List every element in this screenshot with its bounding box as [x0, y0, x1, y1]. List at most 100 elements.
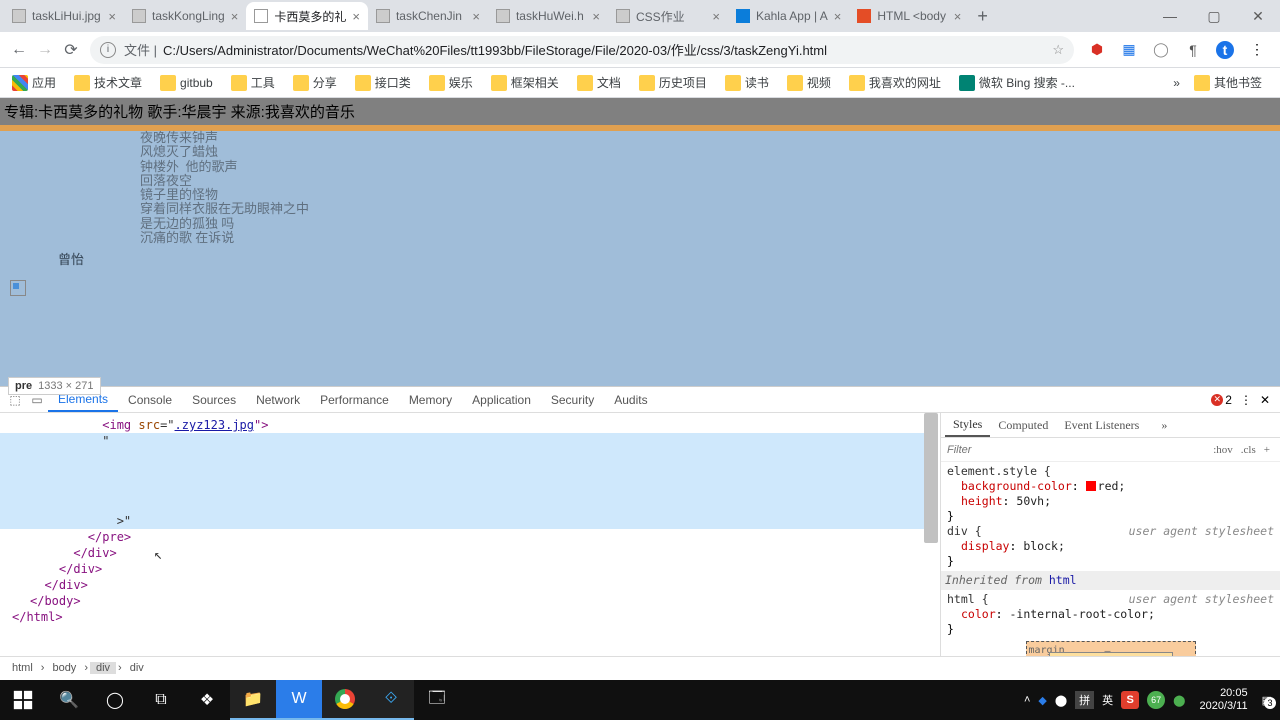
bookmark-folder[interactable]: 工具 [225, 74, 281, 91]
more-tabs-icon[interactable]: » [1153, 413, 1175, 437]
bookmark-folder[interactable]: gitbub [154, 75, 219, 91]
devtools-tab-security[interactable]: Security [541, 387, 604, 412]
ime-lang[interactable]: 英 [1102, 692, 1113, 708]
box-model[interactable]: margin – [1026, 641, 1196, 656]
bookmark-folder[interactable]: 娱乐 [423, 74, 479, 91]
devtools-tab-performance[interactable]: Performance [310, 387, 399, 412]
devtools-tab-sources[interactable]: Sources [182, 387, 246, 412]
listeners-tab[interactable]: Event Listeners [1056, 413, 1147, 437]
hov-toggle[interactable]: :hov [1209, 444, 1237, 456]
ime-indicator[interactable]: 拼 [1075, 691, 1094, 709]
browser-tab[interactable]: taskHuWei.h× [488, 2, 608, 30]
devtools-tab-console[interactable]: Console [118, 387, 182, 412]
browser-tab[interactable]: HTML <body× [849, 2, 969, 30]
bookmark-folder[interactable]: 分享 [287, 74, 343, 91]
bookmark-folder[interactable]: 技术文章 [68, 74, 148, 91]
crumb-selected[interactable]: div [90, 662, 116, 674]
maximize-button[interactable]: ▢ [1192, 8, 1236, 25]
dom-tree[interactable]: <img src=".zyz123.jpg"> " >" </pre> </di… [0, 413, 940, 656]
crumb[interactable]: div [124, 662, 150, 674]
close-icon[interactable]: × [108, 9, 116, 24]
computed-tab[interactable]: Computed [990, 413, 1056, 437]
close-icon[interactable]: × [231, 9, 239, 24]
close-icon[interactable]: × [954, 9, 962, 24]
reload-button[interactable]: ⟳ [58, 40, 84, 60]
bookmark-apps[interactable]: 应用 [6, 74, 62, 91]
page-info-icon[interactable]: i [100, 42, 116, 58]
tray-icon[interactable]: ◆ [1038, 694, 1046, 707]
tray-icon[interactable]: S [1121, 691, 1139, 709]
extension-icon[interactable]: ¶ [1184, 41, 1202, 59]
tray-chevron-icon[interactable]: ˄ [1024, 694, 1030, 706]
page-header: 专辑:卡西莫多的礼物 歌手:华晨宇 来源:我喜欢的音乐 [0, 98, 1280, 125]
devtools-tab-audits[interactable]: Audits [604, 387, 657, 412]
taskbar-app[interactable]: ❖ [184, 680, 230, 720]
close-icon[interactable]: × [352, 9, 360, 24]
start-button[interactable] [0, 680, 46, 720]
close-icon[interactable]: × [834, 9, 842, 24]
browser-tab[interactable]: taskLiHui.jpg× [4, 2, 124, 30]
new-tab-button[interactable]: + [969, 6, 996, 27]
close-icon[interactable]: × [712, 9, 720, 24]
bookmark-item[interactable]: 微软 Bing 搜索 -... [953, 74, 1081, 91]
bookmark-folder[interactable]: 视频 [781, 74, 837, 91]
bookmark-folder[interactable]: 历史项目 [633, 74, 713, 91]
url-field[interactable]: i 文件 | C:/Users/Administrator/Documents/… [90, 36, 1074, 64]
bookmark-star-icon[interactable]: ☆ [1052, 42, 1064, 58]
browser-tab[interactable]: Kahla App | A× [728, 2, 849, 30]
extension-icon[interactable]: ⬢ [1088, 41, 1106, 59]
color-swatch-icon[interactable] [1086, 481, 1096, 491]
css-rules[interactable]: element.style { background-color: red; h… [941, 462, 1280, 656]
taskbar-chrome[interactable] [322, 680, 368, 720]
taskbar-app[interactable]: W [276, 680, 322, 720]
bookmark-folder[interactable]: 接口类 [349, 74, 417, 91]
taskbar-app[interactable]: 🗔 [414, 680, 460, 720]
taskbar-vscode[interactable]: ⟐ [368, 680, 414, 720]
inherited-link[interactable]: html [1049, 573, 1077, 587]
tray-icon[interactable]: ⬤ [1173, 694, 1185, 707]
close-icon[interactable]: × [592, 9, 600, 24]
window-controls: — ▢ ✕ [1148, 8, 1280, 25]
minimize-button[interactable]: — [1148, 8, 1192, 25]
scrollbar[interactable] [924, 413, 938, 656]
forward-button[interactable]: → [32, 41, 58, 59]
tray-icon[interactable]: ⬤ [1055, 694, 1067, 707]
search-button[interactable]: 🔍 [46, 680, 92, 720]
browser-tab-active[interactable]: 卡西莫多的礼× [246, 2, 368, 30]
new-rule-button[interactable]: + [1260, 444, 1274, 456]
back-button[interactable]: ← [6, 41, 32, 59]
cls-toggle[interactable]: .cls [1237, 444, 1260, 456]
close-icon[interactable]: × [472, 9, 480, 24]
tray-icon[interactable]: 67 [1147, 691, 1165, 709]
devtools-tab-network[interactable]: Network [246, 387, 310, 412]
crumb[interactable]: body [46, 662, 82, 674]
devtools-close-icon[interactable]: ✕ [1260, 393, 1270, 407]
extension-icon[interactable]: ◯ [1152, 41, 1170, 59]
bookmark-folder[interactable]: 框架相关 [485, 74, 565, 91]
notifications-button[interactable]: ▤3 [1262, 694, 1272, 707]
cortana-button[interactable]: ◯ [92, 680, 138, 720]
bookmark-folder[interactable]: 读书 [719, 74, 775, 91]
styles-filter-input[interactable] [947, 444, 1209, 456]
devtools-menu-icon[interactable]: ⋮ [1240, 393, 1252, 407]
profile-avatar[interactable]: t [1216, 41, 1234, 59]
error-badge[interactable]: ✕2 [1211, 393, 1232, 407]
menu-icon[interactable]: ⋮ [1248, 41, 1266, 59]
styles-tab[interactable]: Styles [945, 413, 990, 437]
extension-icon[interactable]: ▦ [1120, 41, 1138, 59]
taskbar-clock[interactable]: 20:05 2020/3/11 [1193, 687, 1253, 713]
folder-icon [577, 75, 593, 91]
crumb[interactable]: html [6, 662, 39, 674]
close-window-button[interactable]: ✕ [1236, 8, 1280, 25]
bookmark-folder[interactable]: 文档 [571, 74, 627, 91]
bookmark-folder[interactable]: 我喜欢的网址 [843, 74, 947, 91]
other-bookmarks[interactable]: 其他书签 [1188, 74, 1268, 91]
taskview-button[interactable]: ⧉ [138, 680, 184, 720]
browser-tab[interactable]: CSS作业× [608, 2, 728, 30]
browser-tab[interactable]: taskChenJin× [368, 2, 488, 30]
devtools-tab-memory[interactable]: Memory [399, 387, 462, 412]
taskbar-explorer[interactable]: 📁 [230, 680, 276, 720]
browser-tab[interactable]: taskKongLing× [124, 2, 246, 30]
bookmarks-overflow[interactable]: » [1165, 76, 1188, 90]
devtools-tab-application[interactable]: Application [462, 387, 541, 412]
